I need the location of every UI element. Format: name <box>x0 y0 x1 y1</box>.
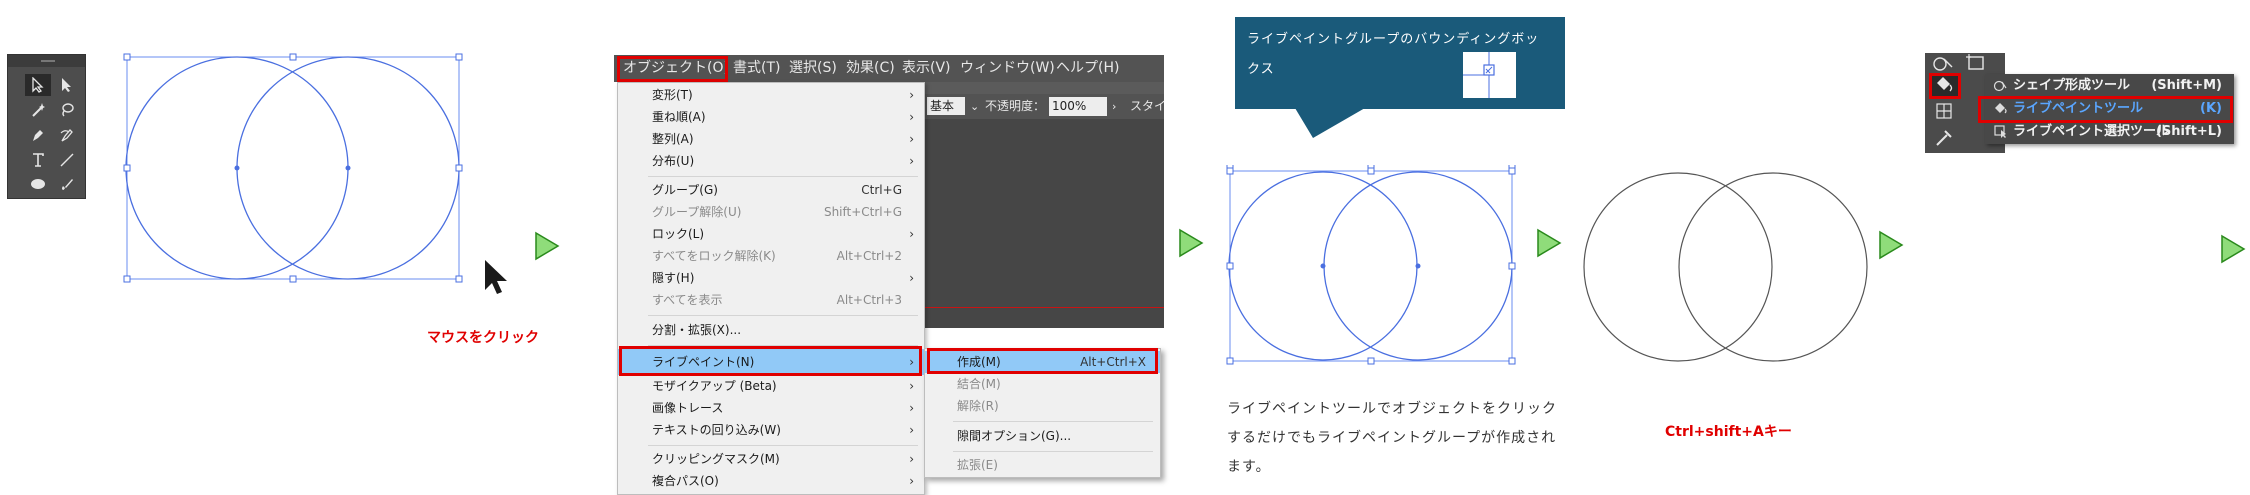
live-paint-selection-icon <box>1994 125 2006 138</box>
paintbrush-tool-icon[interactable] <box>54 173 80 195</box>
live-paint-group-artwork[interactable] <box>1220 165 1520 370</box>
submenu-item-expand[interactable]: 拡張(E) <box>925 454 1160 476</box>
pen-tool-icon[interactable] <box>25 124 51 146</box>
menu-item-group[interactable]: グループ(G) Ctrl+G <box>618 179 924 201</box>
selection-tool-icon[interactable] <box>25 74 51 96</box>
submenu-item-gap-options[interactable]: 隙間オプション(G)... <box>925 425 1160 447</box>
type-tool-icon[interactable] <box>25 149 51 171</box>
menubar-select[interactable]: 選択(S) <box>789 55 837 82</box>
highlight-make-item <box>927 348 1158 374</box>
magic-wand-tool-icon[interactable] <box>25 99 51 121</box>
submenu-item-merge[interactable]: 結合(M) <box>925 373 1160 395</box>
mesh-tool-icon[interactable] <box>1929 99 1959 123</box>
flyout-item-shape-builder[interactable]: シェイプ形成ツール (Shift+M) <box>1985 74 2234 97</box>
step-arrow-icon <box>1179 228 1204 258</box>
menu-item-expand[interactable]: 分割・拡張(X)... <box>618 319 924 341</box>
menu-item-align[interactable]: 整列(A) › <box>618 128 924 150</box>
menu-separator <box>648 315 918 316</box>
shape-builder-icon <box>1993 80 2007 92</box>
canvas-guide-line <box>925 307 1164 308</box>
line-segment-tool-icon[interactable] <box>54 149 80 171</box>
caption-mouse-click: マウスをクリック <box>427 330 539 346</box>
chevron-right-icon[interactable]: › <box>1112 94 1116 119</box>
object-menu: 変形(T) › 重ね順(A) › 整列(A) › 分布(U) › グループ(G) Ctrl… <box>617 82 925 495</box>
mouse-cursor-icon <box>485 260 507 294</box>
menu-separator <box>648 176 918 177</box>
menu-item-clipping-mask[interactable]: クリッピングマスク(M) › <box>618 448 924 470</box>
menu-item-arrange[interactable]: 重ね順(A) › <box>618 106 924 128</box>
menubar-type[interactable]: 書式(T) <box>733 55 780 82</box>
callout-pointer <box>1295 108 1365 138</box>
menu-item-unlock-all[interactable]: すべてをロック解除(K) Alt+Ctrl+2 <box>618 245 924 267</box>
selected-circles-artwork[interactable] <box>110 50 490 290</box>
panel-grip[interactable] <box>8 55 85 67</box>
tools-panel <box>7 54 86 199</box>
step-arrow-icon <box>2221 234 2246 264</box>
opacity-field[interactable]: 100% <box>1049 97 1107 116</box>
highlight-live-paint-bucket-item <box>1978 96 2233 123</box>
canvas-area <box>925 119 1164 328</box>
menu-item-ungroup[interactable]: グループ解除(U) Shift+Ctrl+G <box>618 201 924 223</box>
flyout-item-live-paint-selection[interactable]: ライブペイント選択ツール (Shift+L) <box>1985 120 2234 143</box>
opacity-label: 不透明度： <box>985 99 1046 113</box>
menu-separator <box>953 421 1153 422</box>
style-label: スタイ <box>1130 99 1167 113</box>
highlight-live-paint-tool-button <box>1929 73 1961 99</box>
menu-item-lock[interactable]: ロック(L) › <box>618 223 924 245</box>
menu-item-distribute[interactable]: 分布(U) › <box>618 150 924 172</box>
bounding-box-handle-icon <box>1463 52 1516 98</box>
description-text: ライブペイントツールでオブジェクトをクリックするだけでもライブペイントグループが… <box>1227 401 1557 475</box>
eyedropper-tool-icon[interactable] <box>1929 125 1959 149</box>
submenu-item-release[interactable]: 解除(R) <box>925 395 1160 417</box>
chevron-down-icon[interactable]: ⌄ <box>970 94 979 119</box>
step-arrow-icon <box>1537 228 1562 258</box>
menubar-help[interactable]: ヘルプ(H) <box>1056 55 1119 82</box>
menubar-window[interactable]: ウィンドウ(W) <box>960 55 1055 82</box>
caption-shortcut: Ctrl+shift+Aキー <box>1665 424 1792 440</box>
curvature-tool-icon[interactable] <box>54 124 80 146</box>
highlight-object-menu <box>617 56 728 82</box>
control-bar: 基本 ⌄ 不透明度： 100% › スタイ <box>925 94 1167 119</box>
menu-item-text-wrap[interactable]: テキストの回り込み(W) › <box>618 419 924 441</box>
lasso-tool-icon[interactable] <box>54 99 80 121</box>
menu-item-transform[interactable]: 変形(T) › <box>618 84 924 106</box>
style-preset-field[interactable]: 基本 <box>927 97 965 115</box>
ellipse-tool-icon[interactable] <box>25 173 51 195</box>
shape-builder-tool-icon[interactable] <box>1930 53 1960 73</box>
menu-separator <box>953 451 1153 452</box>
artboard-tool-icon[interactable] <box>1963 53 1993 73</box>
menubar-effect[interactable]: 効果(C) <box>846 55 895 82</box>
menu-item-mockup[interactable]: モザイクアップ (Beta) › <box>618 375 924 397</box>
step-arrow-icon <box>535 231 560 261</box>
menu-item-compound-path[interactable]: 複合パス(O) › <box>618 470 924 492</box>
deselected-circles-artwork[interactable] <box>1575 165 1875 365</box>
menu-item-hide[interactable]: 隠す(H) › <box>618 267 924 289</box>
highlight-live-paint-item <box>619 346 922 376</box>
menu-item-show-all[interactable]: すべてを表示 Alt+Ctrl+3 <box>618 289 924 311</box>
menu-separator <box>648 445 918 446</box>
menubar-view[interactable]: 表示(V) <box>902 55 951 82</box>
direct-selection-tool-icon[interactable] <box>54 74 80 96</box>
menu-item-image-trace[interactable]: 画像トレース › <box>618 397 924 419</box>
step-arrow-icon <box>1879 230 1904 260</box>
